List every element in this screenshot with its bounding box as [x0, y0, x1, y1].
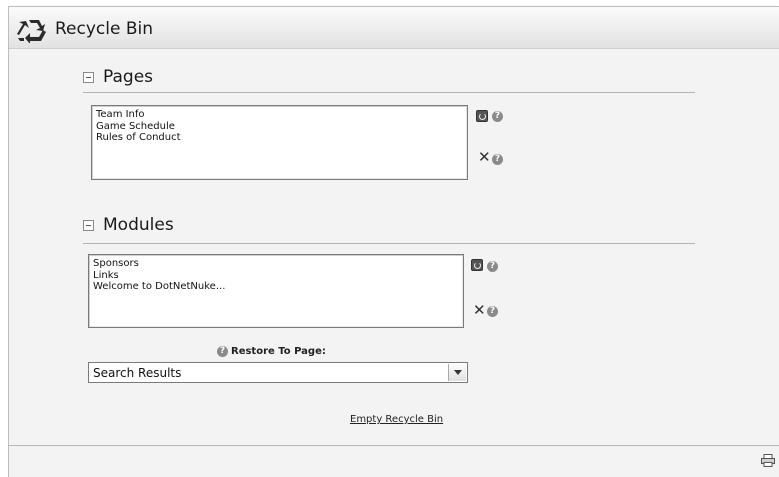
modules-divider [83, 243, 695, 244]
help-icon[interactable]: ? [217, 346, 228, 357]
modules-listbox[interactable]: Sponsors Links Welcome to DotNetNuke... [88, 254, 464, 328]
help-icon[interactable]: ? [492, 111, 503, 122]
pages-section-header: Pages [83, 67, 153, 87]
list-item[interactable]: Team Info [96, 109, 463, 121]
help-icon[interactable]: ? [492, 154, 503, 165]
list-item[interactable]: Rules of Conduct [96, 132, 463, 144]
delete-pages-icon[interactable]: ✕ [478, 150, 491, 165]
modules-section-title: Modules [103, 215, 174, 235]
empty-recycle-bin-link[interactable]: Empty Recycle Bin [350, 414, 443, 425]
recycle-bin-panel: Recycle Bin Pages Team Info Game Schedul… [8, 6, 779, 477]
panel-header: Recycle Bin [9, 7, 779, 49]
collapse-modules-button[interactable] [83, 219, 94, 231]
list-item[interactable]: Links [93, 270, 459, 282]
footer-divider [9, 445, 779, 446]
help-icon[interactable]: ? [487, 261, 498, 272]
help-icon[interactable]: ? [487, 306, 498, 317]
recycle-icon [17, 20, 46, 43]
modules-section-header: Modules [83, 215, 174, 235]
list-item[interactable]: Game Schedule [96, 121, 463, 133]
chevron-down-icon[interactable] [448, 364, 466, 381]
restore-to-page-select[interactable]: Search Results [88, 362, 468, 383]
print-icon[interactable] [761, 454, 775, 467]
pages-section-title: Pages [103, 67, 154, 87]
restore-pages-icon[interactable] [476, 110, 488, 122]
restore-modules-icon[interactable] [471, 259, 483, 271]
delete-modules-icon[interactable]: ✕ [473, 303, 486, 318]
restore-to-page-label: Restore To Page: [231, 346, 326, 357]
collapse-pages-button[interactable] [83, 71, 94, 83]
pages-divider [83, 92, 695, 93]
pages-listbox[interactable]: Team Info Game Schedule Rules of Conduct [91, 105, 468, 180]
select-value: Search Results [93, 366, 182, 380]
list-item[interactable]: Welcome to DotNetNuke... [93, 281, 459, 293]
page-title: Recycle Bin [55, 19, 154, 39]
list-item[interactable]: Sponsors [93, 258, 459, 270]
